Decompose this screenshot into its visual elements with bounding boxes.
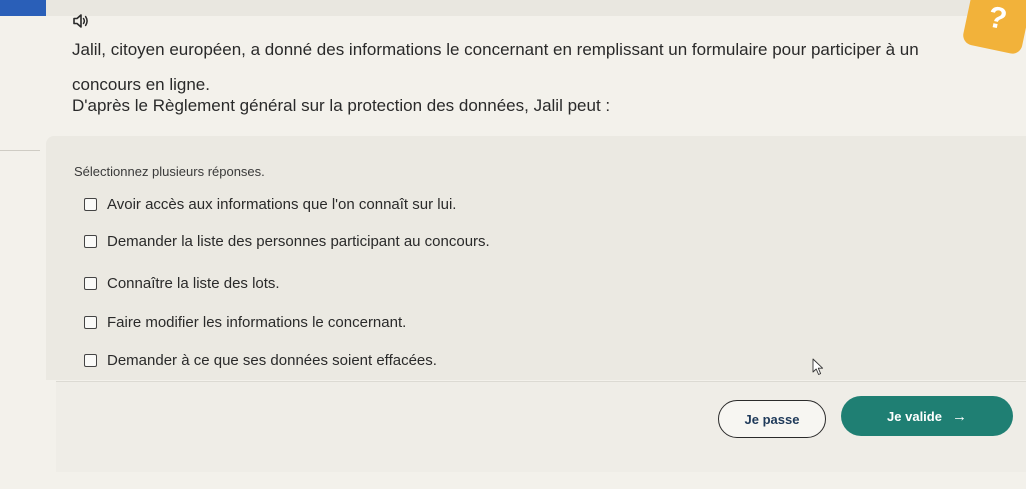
answer-option-label: Demander la liste des personnes particip… — [107, 233, 490, 250]
question-text: Jalil, citoyen européen, a donné des inf… — [72, 40, 919, 94]
answer-option-3[interactable]: Connaître la liste des lots. — [84, 275, 280, 292]
checkbox[interactable] — [84, 235, 97, 248]
progress-bar-fill — [0, 0, 47, 16]
progress-bar — [0, 0, 1026, 16]
checkbox[interactable] — [84, 277, 97, 290]
divider — [0, 150, 40, 151]
answer-option-label: Avoir accès aux informations que l'on co… — [107, 196, 457, 213]
answer-option-label: Faire modifier les informations le conce… — [107, 314, 407, 331]
answer-option-4[interactable]: Faire modifier les informations le conce… — [84, 314, 406, 331]
skip-button-label: Je passe — [744, 411, 800, 427]
answer-option-label: Connaître la liste des lots. — [107, 275, 280, 292]
answers-instruction: Sélectionnez plusieurs réponses. — [74, 164, 265, 179]
arrow-right-icon: → — [951, 407, 967, 425]
speaker-icon[interactable] — [72, 12, 90, 30]
answer-option-5[interactable]: Demander à ce que ses données soient eff… — [84, 352, 437, 369]
validate-button-label: Je valide — [887, 408, 942, 424]
answer-option-2[interactable]: Demander la liste des personnes particip… — [84, 233, 490, 250]
question-prompt: D'après le Règlement général sur la prot… — [72, 96, 611, 115]
quiz-screen: ? Jalil, citoyen européen, a donné des i… — [0, 0, 1026, 489]
answer-option-label: Demander à ce que ses données soient eff… — [107, 352, 437, 369]
checkbox[interactable] — [84, 198, 97, 211]
checkbox[interactable] — [84, 354, 97, 367]
skip-button[interactable]: Je passe — [718, 400, 826, 438]
checkbox[interactable] — [84, 316, 97, 329]
help-icon: ? — [984, 0, 1010, 37]
answer-option-1[interactable]: Avoir accès aux informations que l'on co… — [84, 196, 456, 213]
mouse-cursor-icon — [812, 358, 824, 375]
validate-button[interactable]: Je valide → — [841, 396, 1013, 436]
